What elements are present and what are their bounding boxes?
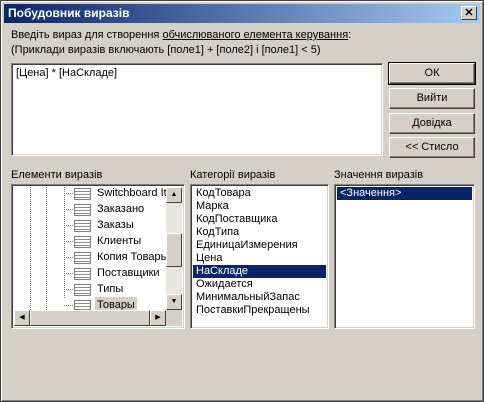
category-item[interactable]: Цена <box>193 252 326 265</box>
scrollbar-corner <box>166 310 182 326</box>
table-icon <box>74 236 91 248</box>
title-bar[interactable]: Побудовник виразів ✕ <box>4 4 480 23</box>
table-icon <box>74 220 91 232</box>
tree-item-label: Поставщики <box>97 267 160 279</box>
expression-categories-list[interactable]: КодТовара Марка КодПоставщика КодТипа Ед… <box>190 184 329 329</box>
scroll-up-icon: ▲ <box>170 191 178 198</box>
scroll-thumb-horizontal[interactable] <box>30 310 150 326</box>
table-icon <box>74 252 91 264</box>
scroll-thumb[interactable] <box>166 233 182 267</box>
categories-label: Категорії виразів <box>190 169 276 181</box>
close-button[interactable]: ✕ <box>461 6 477 20</box>
category-item[interactable]: ПоставкиПрекращены <box>193 304 326 317</box>
category-item[interactable]: КодТовара <box>193 187 326 200</box>
values-label: Значення виразів <box>334 169 424 181</box>
category-item[interactable]: Марка <box>193 200 326 213</box>
help-button[interactable]: Довідка <box>389 113 475 134</box>
expression-elements-tree[interactable]: Switchboard Ite Заказано Заказы Клиенты … <box>11 184 185 329</box>
instruction-line-1: Введіть вираз для створення обчислюваног… <box>11 29 351 41</box>
expression-input[interactable]: [Цена] * [НаСкладе] <box>11 63 383 156</box>
calculated-control-link[interactable]: обчислюваного елемента керування <box>162 29 348 41</box>
tree-branch <box>64 273 74 274</box>
collapse-button[interactable]: << Стисло <box>389 137 475 158</box>
close-icon: ✕ <box>464 7 474 19</box>
scroll-left-icon: ◀ <box>19 314 25 321</box>
tree-vertical-scrollbar[interactable]: ▲ ▼ <box>166 187 182 310</box>
scroll-right-icon: ▶ <box>155 314 161 321</box>
expression-text[interactable]: [Цена] * [НаСкладе] <box>16 67 117 79</box>
instruction-suffix: : <box>348 29 352 41</box>
expression-builder-window: Побудовник виразів ✕ Введіть вираз для с… <box>0 0 484 402</box>
tree-branch <box>64 241 74 242</box>
window-title: Побудовник виразів <box>8 6 130 20</box>
category-item[interactable]: КодПоставщика <box>193 213 326 226</box>
tree-guide-line-3 <box>64 187 65 299</box>
category-item-selected[interactable]: НаСкладе <box>193 265 326 278</box>
table-icon <box>74 268 91 280</box>
tree-branch <box>64 289 74 290</box>
scroll-down-button[interactable]: ▼ <box>166 294 182 310</box>
tree-branch <box>64 305 74 306</box>
tree-branch <box>64 209 74 210</box>
tree-guide-line-1 <box>30 187 31 312</box>
tree-guide-line-2 <box>46 187 47 312</box>
instruction-prefix: Введіть вираз для створення <box>11 29 163 41</box>
table-icon <box>74 204 91 216</box>
ok-button[interactable]: ОК <box>388 62 476 85</box>
table-icon <box>74 188 91 200</box>
tree-branch <box>64 225 74 226</box>
expression-values-list[interactable]: <Значення> <box>334 184 475 329</box>
category-item[interactable]: Ожидается <box>193 278 326 291</box>
category-item[interactable]: ЕдиницаИзмерения <box>193 239 326 252</box>
tree-item-label: Switchboard Ite <box>97 187 173 199</box>
tree-item-label: Заказы <box>97 219 134 231</box>
scroll-right-button[interactable]: ▶ <box>150 310 166 326</box>
exit-button[interactable]: Вийти <box>389 88 475 109</box>
instruction-line-2: (Приклади виразів включають [поле1] + [п… <box>11 44 321 56</box>
tree-branch <box>64 193 74 194</box>
tree-item-label: Клиенты <box>97 235 142 247</box>
scroll-up-button[interactable]: ▲ <box>166 187 182 203</box>
category-item[interactable]: МинимальныйЗапас <box>193 291 326 304</box>
elements-label: Елементи виразів <box>11 169 103 181</box>
tree-horizontal-scrollbar[interactable]: ◀ ▶ <box>14 310 166 326</box>
tree-item-label: Заказано <box>97 203 145 215</box>
scroll-down-icon: ▼ <box>170 298 178 305</box>
tree-item-label: Типы <box>97 283 124 295</box>
category-item[interactable]: КодТипа <box>193 226 326 239</box>
tree-item-label: Копия Товары <box>97 251 169 263</box>
tree-branch <box>64 257 74 258</box>
table-icon <box>74 284 91 296</box>
value-item-selected[interactable]: <Значення> <box>337 187 472 200</box>
scroll-left-button[interactable]: ◀ <box>14 310 30 326</box>
